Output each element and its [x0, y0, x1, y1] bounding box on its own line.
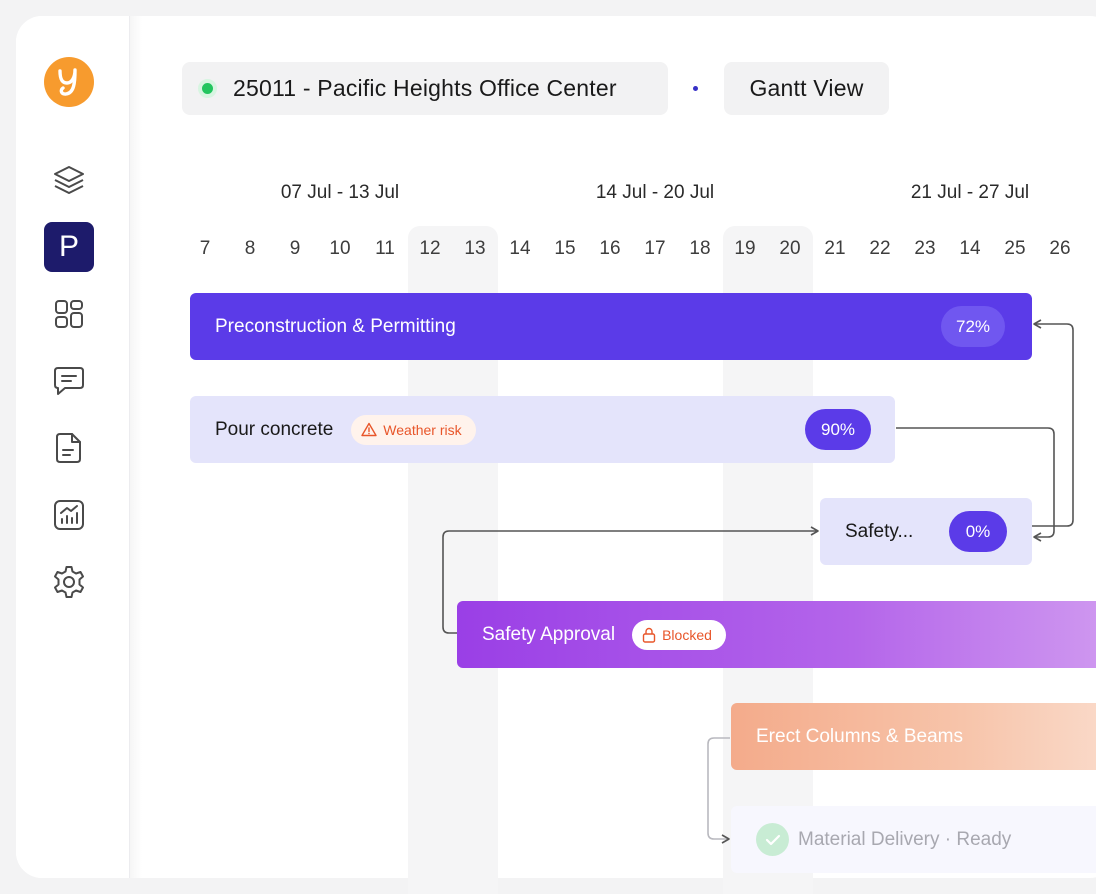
task-name: Erect Columns & Beams	[756, 725, 963, 747]
progress-badge: 72%	[941, 306, 1005, 347]
task-name: Safety...	[845, 520, 914, 542]
gantt-area: 25011 - Pacific Heights Office Center Ga…	[0, 0, 1096, 894]
task-bar-safety[interactable]: Safety... 0%	[820, 498, 1032, 565]
weather-risk-badge: Weather risk	[351, 414, 476, 445]
dependency-link	[707, 737, 730, 844]
progress-badge: 0%	[949, 511, 1007, 552]
task-bar-preconstruction[interactable]: Preconstruction & Permitting 72%	[190, 293, 1032, 360]
task-bar-material-delivery[interactable]: Material Delivery · Ready	[731, 806, 1096, 873]
task-name: Preconstruction & Permitting	[215, 315, 456, 337]
task-bar-pour-concrete[interactable]: Pour concrete Weather risk 90%	[190, 396, 895, 463]
progress-badge: 90%	[805, 409, 871, 450]
blocked-badge: Blocked	[632, 619, 726, 650]
tag-label: Blocked	[662, 626, 712, 643]
task-name: Pour concrete	[215, 418, 334, 440]
task-bar-safety-approval[interactable]: Safety Approval Blocked	[457, 601, 1096, 668]
task-name: Safety Approval	[482, 623, 616, 645]
task-name: Material Delivery · Ready	[798, 828, 1012, 850]
check-icon	[756, 823, 789, 856]
dependency-link	[1032, 319, 1074, 527]
task-bar-erect-columns[interactable]: Erect Columns & Beams	[731, 703, 1096, 770]
tag-label: Weather risk	[383, 421, 462, 438]
lock-icon	[642, 627, 656, 643]
warning-icon	[361, 422, 377, 437]
